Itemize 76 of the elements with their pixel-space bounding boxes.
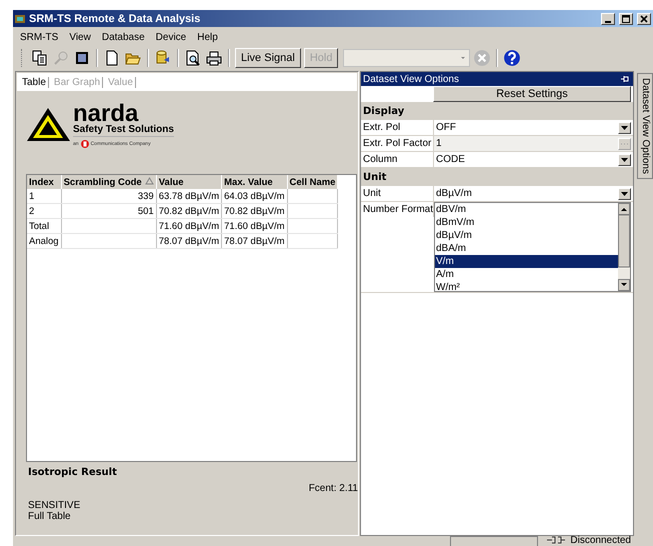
list-option[interactable]: dBV/m — [435, 203, 618, 216]
table-cell: 70.82 dBµV/m — [156, 204, 222, 218]
menu-item[interactable]: View — [68, 32, 92, 42]
caret-icon — [621, 158, 628, 162]
section-header: Display — [361, 102, 633, 120]
column-header[interactable]: Max. Value — [222, 175, 288, 189]
menu-item[interactable]: Device — [154, 32, 188, 42]
table-cell: 71.60 dBµV/m — [156, 218, 222, 234]
column-header[interactable]: Scrambling Code — [61, 175, 156, 189]
app-icon — [15, 14, 25, 22]
table-cell: 71.60 dBµV/m — [222, 218, 288, 234]
table-cell: 78.07 dBµV/m — [222, 234, 288, 248]
list-option[interactable]: V/m — [435, 255, 618, 268]
section-header: Unit — [361, 168, 633, 186]
property-field[interactable]: OFF — [434, 120, 633, 135]
property-field[interactable]: dBµV/m — [434, 186, 633, 201]
maximize-icon — [621, 14, 631, 24]
list-option[interactable]: dBµV/m — [435, 229, 618, 242]
table-cell: Analog — [27, 234, 62, 248]
property-label: Column — [361, 152, 434, 167]
result-title: Isotropic Result — [28, 467, 118, 478]
logo-name: narda — [73, 104, 138, 124]
dropdown-button[interactable] — [618, 154, 631, 166]
table-cell: 63.78 dBµV/m — [156, 189, 222, 204]
table-cell: 1 — [27, 189, 62, 204]
pin-icon[interactable] — [621, 75, 629, 83]
mode-label: SENSITIVE — [28, 500, 82, 511]
table-cell: Total — [27, 218, 62, 234]
caret-icon — [621, 126, 628, 130]
property-label: Number Format — [361, 202, 434, 217]
table-cell: 64.03 dBµV/m — [222, 189, 288, 204]
menu-item[interactable]: Database — [100, 32, 146, 42]
scrollbar[interactable] — [618, 203, 630, 291]
table-cell: 70.82 dBµV/m — [222, 204, 288, 218]
property-field[interactable]: CODE — [434, 152, 633, 167]
table-cell: 78.07 dBµV/m — [156, 234, 222, 248]
unit-list[interactable]: dBV/m dBmV/m dBµV/m dBA/m V/m A/m W/m² — [434, 202, 631, 292]
close-icon — [639, 14, 649, 24]
disconnected-plug-icon — [546, 536, 566, 544]
table-cell: 501 — [61, 204, 156, 218]
dropdown-button[interactable] — [618, 122, 631, 134]
dropdown-button[interactable] — [618, 188, 631, 200]
company-logo-icon — [80, 140, 89, 148]
property-label: Unit — [361, 186, 434, 201]
copy-button[interactable] — [31, 49, 49, 67]
list-option[interactable]: A/m — [435, 268, 618, 281]
warning-triangle-icon — [26, 107, 71, 142]
print-preview-button[interactable] — [184, 49, 202, 67]
menu-item[interactable]: Help — [196, 32, 219, 42]
column-header[interactable]: Cell Name — [287, 175, 338, 189]
list-option[interactable]: dBA/m — [435, 242, 618, 255]
close-button[interactable] — [637, 12, 651, 24]
view-label: Full Table — [28, 511, 72, 522]
side-tab[interactable]: Dataset View Options — [637, 73, 653, 179]
list-option[interactable]: W/m² — [435, 281, 618, 291]
printer-button[interactable] — [205, 49, 223, 67]
logo-tagline: Safety Test Solutions — [73, 124, 174, 137]
live-signal-button[interactable]: Live Signal — [235, 48, 301, 68]
minimize-icon — [605, 20, 611, 22]
property-label: Extr. Pol — [361, 120, 434, 135]
menu-item[interactable]: SRM-TS — [19, 32, 60, 42]
caret-icon — [621, 192, 628, 196]
table-cell: 339 — [61, 189, 156, 204]
table-cell: 2 — [27, 204, 62, 218]
column-header[interactable]: Value — [156, 175, 222, 189]
maximize-button[interactable] — [619, 12, 633, 24]
reset-button[interactable]: Reset Settings — [433, 86, 631, 102]
frequency-readout: Fcent: 2.11 — [308, 483, 358, 494]
window-title: SRM-TS Remote & Data Analysis — [29, 12, 202, 24]
list-option[interactable]: dBmV/m — [435, 216, 618, 229]
panel-title: Dataset View Options — [363, 74, 459, 84]
column-header[interactable]: Index — [27, 175, 62, 189]
tab[interactable]: Table — [20, 76, 49, 88]
connection-status: Disconnected — [570, 536, 631, 546]
help-icon[interactable] — [503, 49, 522, 67]
minimize-button[interactable] — [601, 12, 615, 24]
